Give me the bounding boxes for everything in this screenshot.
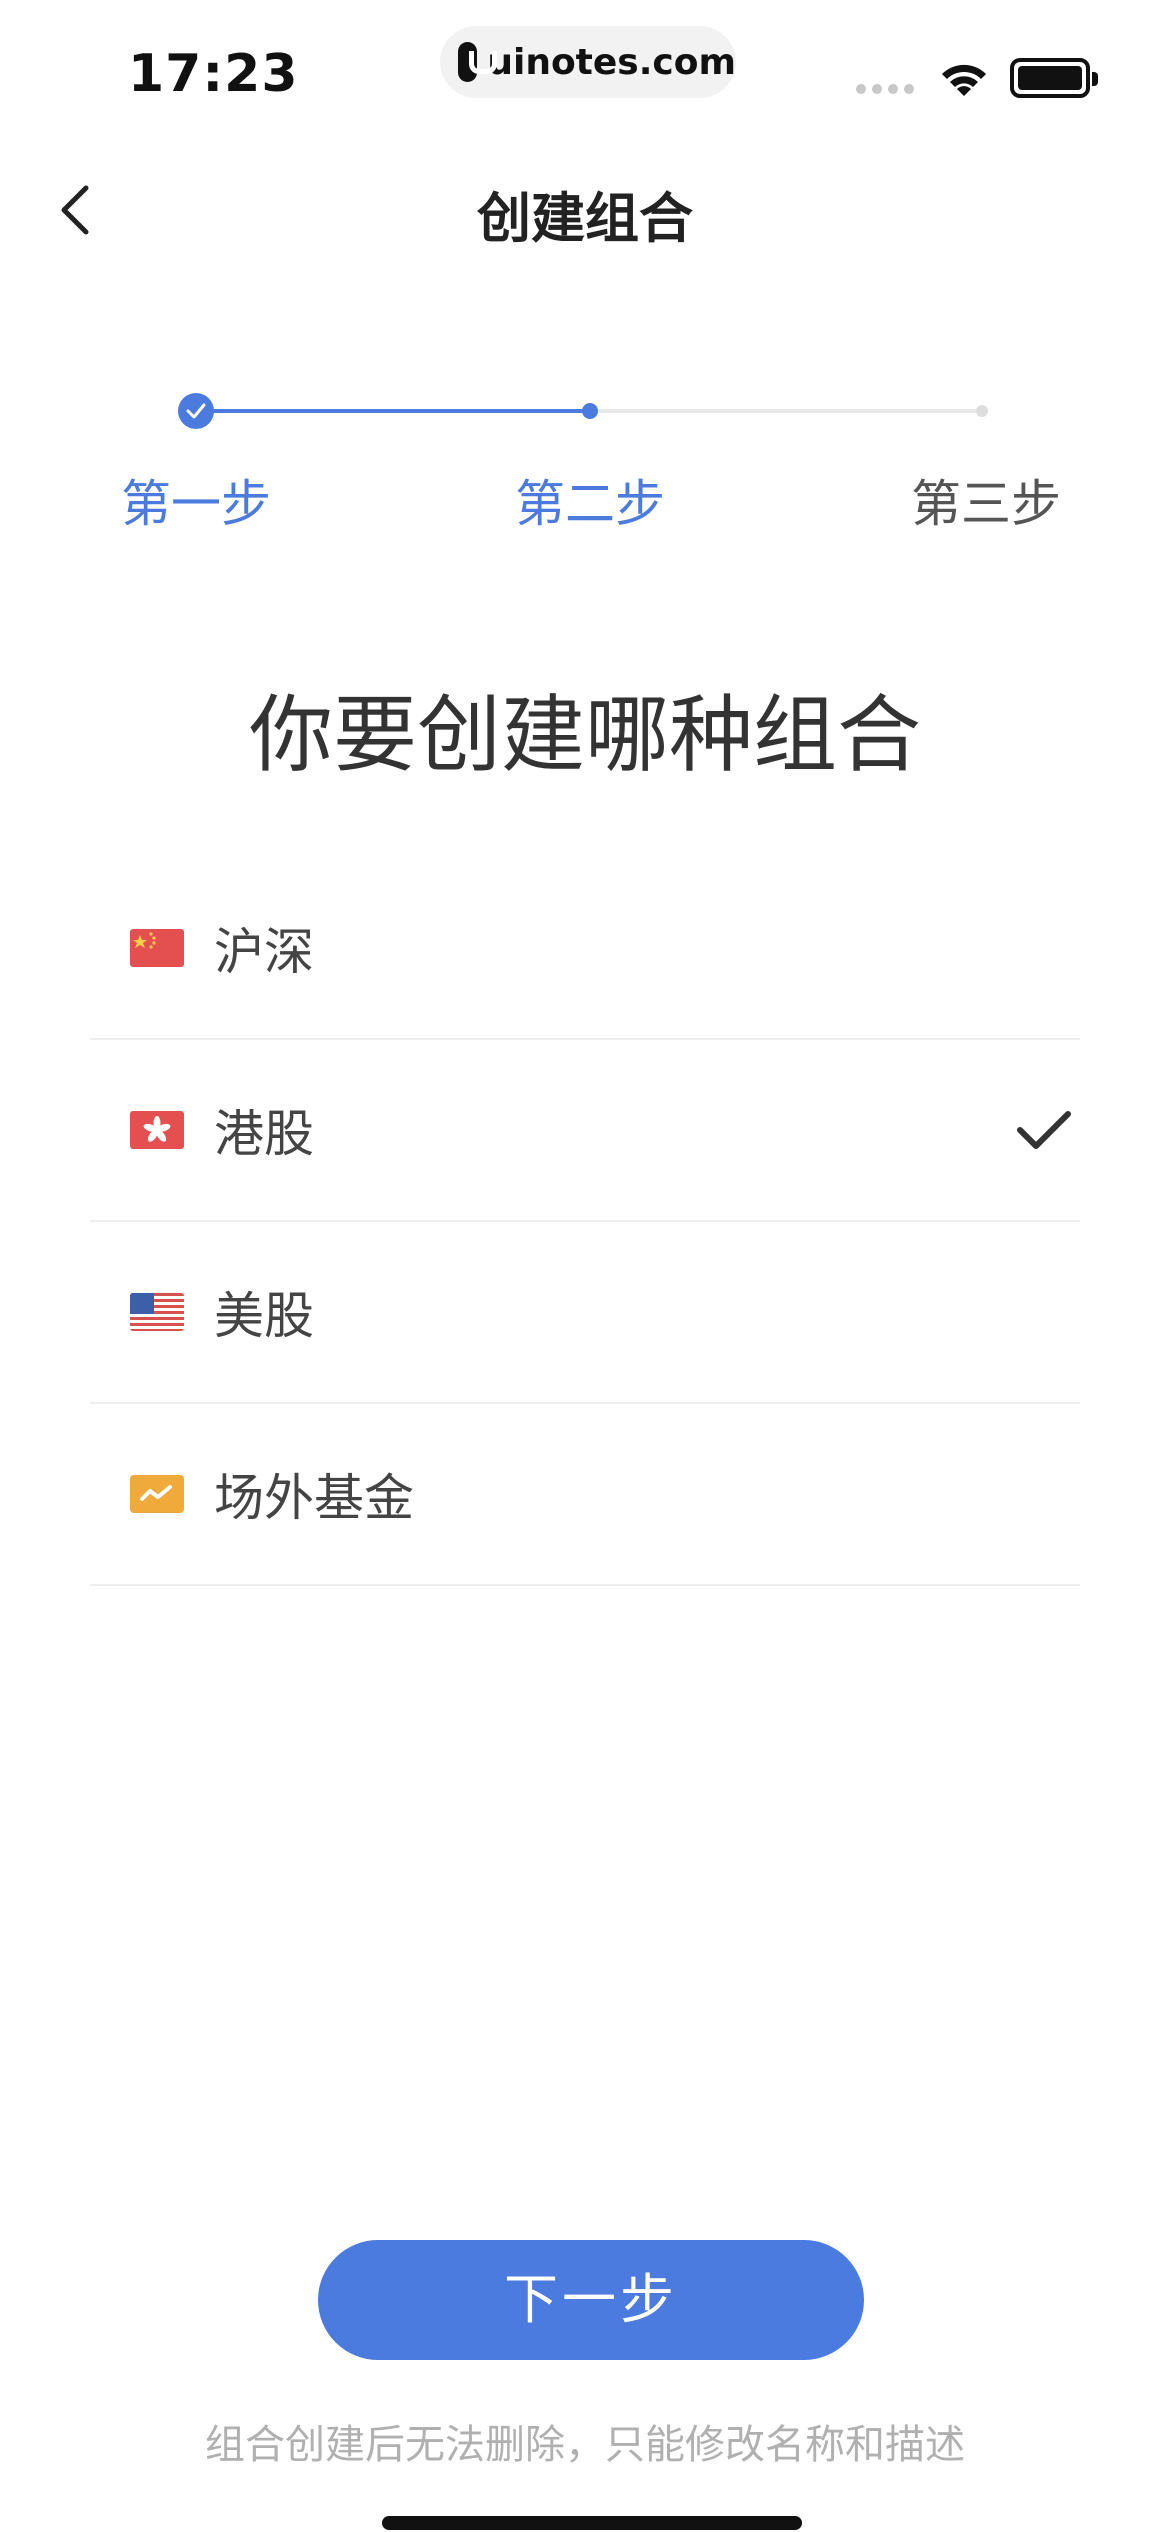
stepper-line-completed xyxy=(196,409,590,413)
question-heading: 你要创建哪种组合 xyxy=(248,686,921,784)
page-title: 创建组合 xyxy=(477,187,693,250)
step-3-dot xyxy=(976,405,988,417)
option-us-stocks[interactable]: 美股 xyxy=(90,1222,1080,1404)
step-2-dot xyxy=(582,403,598,419)
step-2-label: 第二步 xyxy=(515,475,665,533)
fund-icon xyxy=(130,1475,184,1513)
wifi-icon xyxy=(942,64,986,96)
option-otc-funds[interactable]: 场外基金 xyxy=(90,1404,1080,1586)
status-time: 17:23 xyxy=(128,44,299,104)
url-text: uinotes.com xyxy=(487,41,736,83)
cellular-signal-icon xyxy=(856,84,914,94)
cn-flag-icon xyxy=(130,929,184,967)
step-1-label: 第一步 xyxy=(121,475,271,533)
nav-bar: 创建组合 xyxy=(0,150,1170,270)
footer-note: 组合创建后无法删除，只能修改名称和描述 xyxy=(205,2422,965,2468)
option-label: 港股 xyxy=(214,1105,314,1163)
option-shanghai-shenzhen[interactable]: 沪深 xyxy=(90,858,1080,1040)
hk-flag-icon xyxy=(130,1111,184,1149)
site-logo-icon xyxy=(458,42,498,82)
step-1-checkmark-icon xyxy=(178,393,214,429)
next-step-button[interactable]: 下一步 xyxy=(318,2240,864,2360)
home-indicator[interactable] xyxy=(382,2516,802,2530)
selected-checkmark-icon xyxy=(1017,1111,1071,1149)
option-label: 美股 xyxy=(214,1287,314,1345)
step-3-label: 第三步 xyxy=(911,475,1061,533)
option-label: 沪深 xyxy=(214,923,314,981)
status-bar: 17:23 uinotes.com xyxy=(0,0,1170,130)
portfolio-type-list: 沪深 港股 美股 场外基金 xyxy=(90,858,1080,1586)
option-hong-kong[interactable]: 港股 xyxy=(90,1040,1080,1222)
option-label: 场外基金 xyxy=(214,1469,414,1527)
battery-icon xyxy=(1010,58,1098,98)
stepper-line-pending xyxy=(590,409,982,413)
progress-stepper: 第一步 第二步 第三步 xyxy=(0,380,1170,540)
url-pill[interactable]: uinotes.com xyxy=(440,26,736,98)
us-flag-icon xyxy=(130,1293,184,1331)
